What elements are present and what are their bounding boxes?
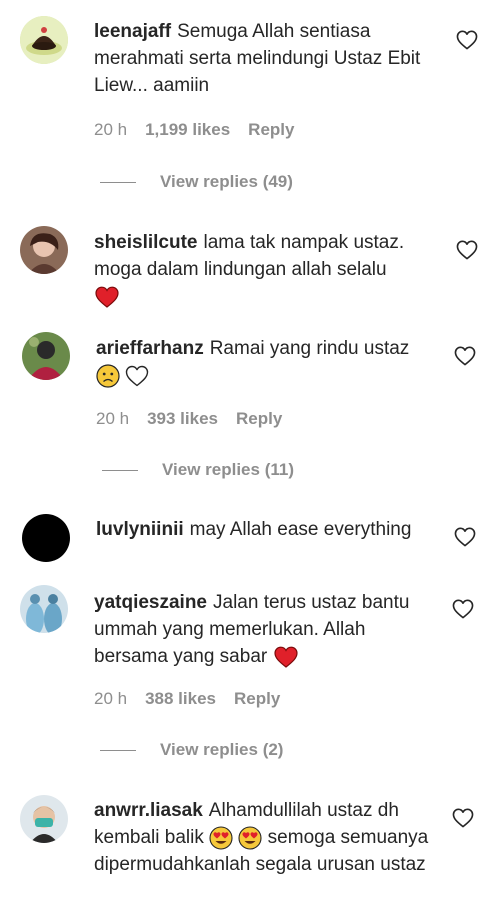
timestamp: 20 h — [94, 120, 128, 139]
timestamp: 20 h — [96, 409, 130, 428]
like-heart-icon[interactable] — [452, 808, 474, 828]
comment-text: anwrr.liasak Alhamdullilah ustaz dh kemba… — [94, 800, 429, 875]
avatar[interactable] — [22, 332, 70, 380]
comment-meta: 20 h 388 likes Reply — [94, 689, 298, 709]
reply-button[interactable]: Reply — [234, 689, 280, 708]
like-heart-icon[interactable] — [454, 346, 476, 366]
view-replies-button[interactable]: View replies (49) — [100, 172, 293, 192]
view-replies-button[interactable]: View replies (11) — [102, 460, 294, 480]
username[interactable]: arieffarhanz — [96, 338, 204, 359]
like-heart-icon[interactable] — [456, 30, 478, 50]
comment-meta: 20 h 393 likes Reply — [96, 409, 300, 429]
like-heart-icon[interactable] — [454, 527, 476, 547]
red-heart-emoji — [273, 646, 299, 668]
reply-button[interactable]: Reply — [248, 120, 294, 139]
avatar[interactable] — [20, 585, 68, 633]
likes-count[interactable]: 1,199 likes — [145, 120, 230, 139]
timestamp: 20 h — [94, 689, 128, 708]
like-heart-icon[interactable] — [452, 599, 474, 619]
heart-eyes-emoji — [238, 826, 262, 850]
divider-line — [102, 470, 138, 472]
comment-text: sheislilcute lama tak nampak ustaz. moga … — [94, 229, 434, 310]
username[interactable]: anwrr.liasak — [94, 800, 203, 821]
username[interactable]: yatqieszaine — [94, 592, 207, 613]
frowning-face-emoji — [96, 364, 120, 388]
avatar[interactable] — [20, 226, 68, 274]
white-heart-emoji — [125, 365, 149, 387]
comment-text: luvlyniinii may Allah ease everything — [96, 519, 412, 540]
avatar[interactable] — [20, 795, 68, 843]
comment-text: arieffarhanz Ramai yang rindu ustaz — [96, 335, 436, 389]
view-replies-button[interactable]: View replies (2) — [100, 740, 283, 760]
heart-eyes-emoji — [209, 826, 233, 850]
like-heart-icon[interactable] — [456, 240, 478, 260]
comment-text: leenajaff Semuga Allah sentiasa merahmati… — [94, 21, 421, 96]
avatar[interactable] — [20, 16, 68, 64]
divider-line — [100, 182, 136, 184]
comment-meta: 20 h 1,199 likes Reply — [94, 120, 312, 140]
username[interactable]: leenajaff — [94, 21, 171, 42]
reply-button[interactable]: Reply — [236, 409, 282, 428]
username[interactable]: sheislilcute — [94, 232, 198, 253]
likes-count[interactable]: 388 likes — [145, 689, 216, 708]
likes-count[interactable]: 393 likes — [147, 409, 218, 428]
red-heart-emoji — [94, 286, 120, 308]
username[interactable]: luvlyniinii — [96, 519, 184, 540]
avatar[interactable] — [22, 514, 70, 562]
divider-line — [100, 750, 136, 752]
comment-text: yatqieszaine Jalan terus ustaz bantu umma… — [94, 592, 410, 668]
